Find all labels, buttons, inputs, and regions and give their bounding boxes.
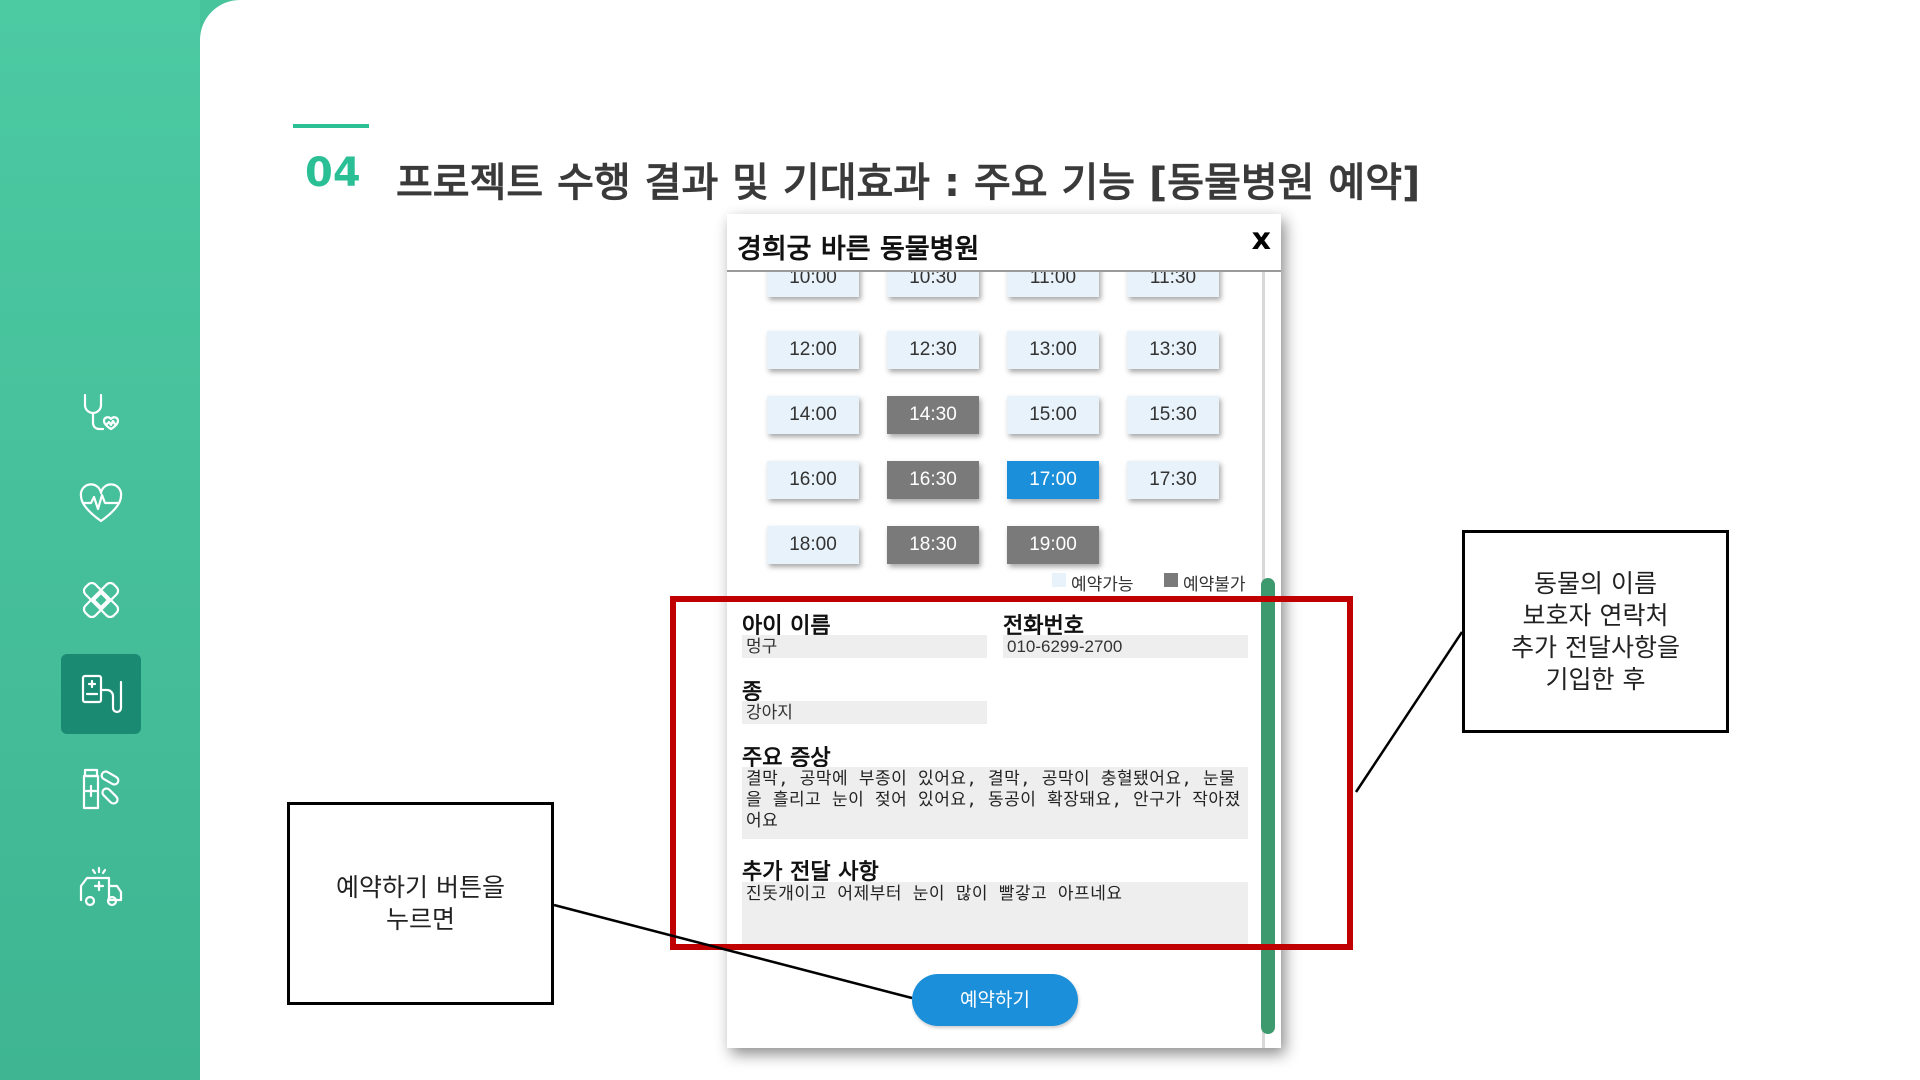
legend-unavailable-swatch xyxy=(1164,573,1178,587)
time-slot-button: 19:00 xyxy=(1007,526,1099,564)
heartbeat-icon xyxy=(79,483,123,523)
close-button[interactable]: x xyxy=(1252,222,1271,257)
ambulance-icon xyxy=(79,866,123,907)
bandage-icon xyxy=(82,581,120,619)
time-slot-button[interactable]: 17:30 xyxy=(1127,461,1219,499)
page-title: 프로젝트 수행 결과 및 기대효과 : 주요 기능 [동물병원 예약] xyxy=(396,160,1421,206)
time-slot-button[interactable]: 14:00 xyxy=(767,396,859,434)
medical-chart-icon xyxy=(81,674,123,714)
time-slot-button: 14:30 xyxy=(887,396,979,434)
time-slot-button[interactable]: 12:00 xyxy=(767,331,859,369)
reserve-button[interactable]: 예약하기 xyxy=(912,974,1078,1026)
callout-reserve-line: 누르면 xyxy=(385,904,455,934)
legend: 예약가능 예약불가 xyxy=(727,570,1281,595)
nav-item-stethoscope[interactable] xyxy=(61,375,141,455)
section-number: 04 xyxy=(305,150,361,196)
sidebar xyxy=(0,0,200,1080)
time-slot-button: 18:30 xyxy=(887,526,979,564)
callout-form-line: 추가 전달사항을 xyxy=(1511,632,1680,662)
time-slot-button[interactable]: 12:30 xyxy=(887,331,979,369)
callout-reserve-line: 예약하기 버튼을 xyxy=(336,872,505,902)
time-slot-button[interactable]: 18:00 xyxy=(767,526,859,564)
title-accent-bar xyxy=(293,124,369,128)
nav-item-medical-chart[interactable] xyxy=(61,654,141,734)
legend-available-swatch xyxy=(1052,573,1066,587)
form-highlight-box xyxy=(670,596,1353,950)
nav-item-ambulance[interactable] xyxy=(61,848,141,928)
callout-form-line: 동물의 이름 xyxy=(1534,568,1657,598)
time-slot-button[interactable]: 15:00 xyxy=(1007,396,1099,434)
legend-unavailable-label: 예약불가 xyxy=(1183,575,1246,595)
time-slot-button: 16:30 xyxy=(887,461,979,499)
time-slot-button[interactable]: 16:00 xyxy=(767,461,859,499)
time-slot-button[interactable]: 13:30 xyxy=(1127,331,1219,369)
nav-item-pills[interactable] xyxy=(61,750,141,830)
callout-form-line: 기입한 후 xyxy=(1545,664,1646,694)
stethoscope-heart-icon xyxy=(83,393,120,431)
time-slot-button[interactable]: 15:30 xyxy=(1127,396,1219,434)
pills-icon xyxy=(82,768,120,810)
modal-title: 경희궁 바른 동물병원 xyxy=(737,234,980,265)
modal-header: 경희궁 바른 동물병원 x xyxy=(727,214,1281,272)
nav-item-heartbeat[interactable] xyxy=(61,465,141,545)
nav-item-bandage[interactable] xyxy=(61,560,141,640)
legend-available-label: 예약가능 xyxy=(1071,575,1134,595)
callout-form-line: 보호자 연락처 xyxy=(1522,600,1669,630)
time-slot-button[interactable]: 13:00 xyxy=(1007,331,1099,369)
time-slot-button[interactable]: 17:00 xyxy=(1007,461,1099,499)
callout-form: 동물의 이름 보호자 연락처 추가 전달사항을 기입한 후 xyxy=(1462,530,1729,733)
callout-reserve: 예약하기 버튼을 누르면 xyxy=(287,802,554,1005)
